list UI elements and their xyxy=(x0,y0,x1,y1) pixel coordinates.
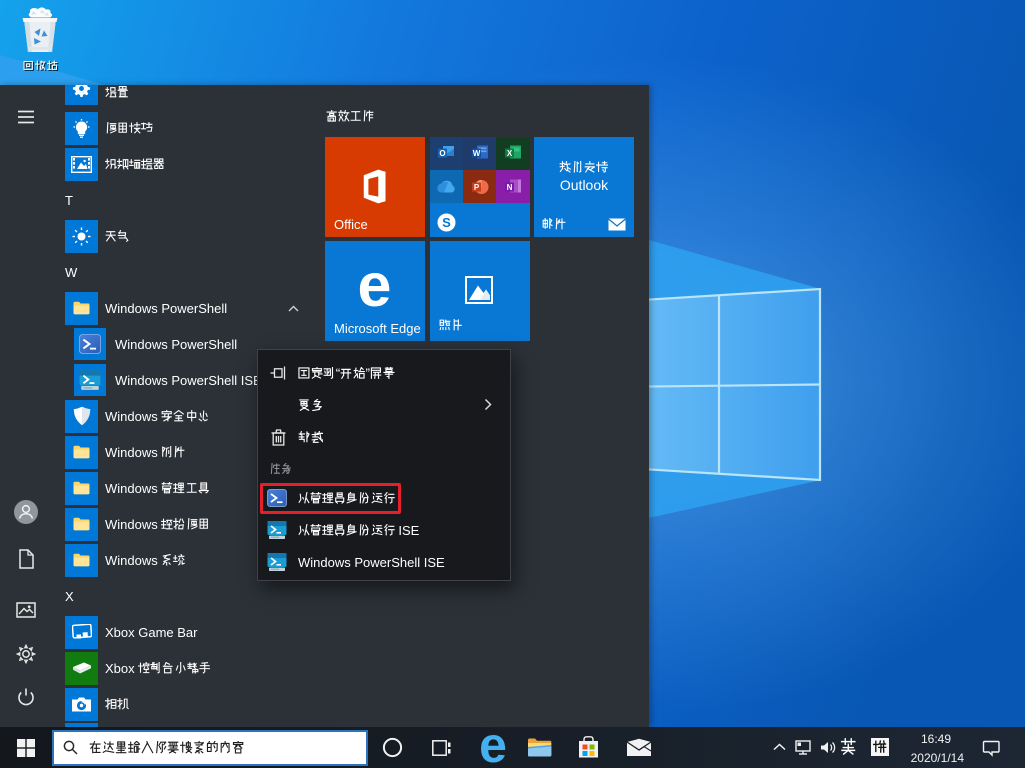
svg-text:P: P xyxy=(473,182,479,191)
svg-text:O: O xyxy=(440,149,446,158)
svg-text:N: N xyxy=(507,182,513,191)
svg-text:X: X xyxy=(507,149,513,158)
svg-text:S: S xyxy=(442,215,451,230)
svg-text:W: W xyxy=(472,149,480,158)
